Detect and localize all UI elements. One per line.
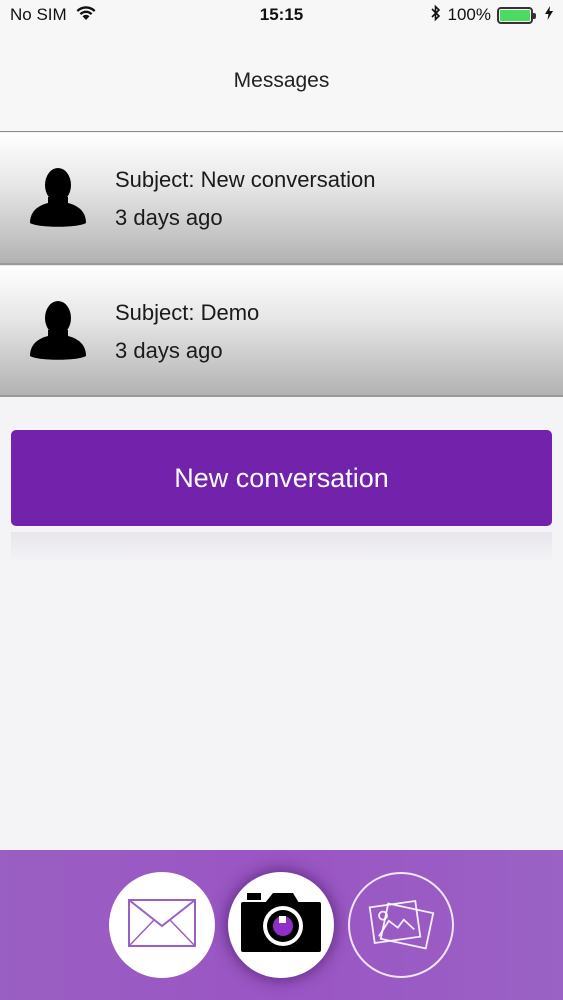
new-conversation-button[interactable]: New conversation (11, 430, 552, 526)
page-title: Messages (233, 68, 330, 92)
wifi-icon (75, 4, 97, 26)
gallery-icon (366, 894, 436, 957)
battery-icon (497, 6, 536, 24)
conversation-row[interactable]: Subject: New conversation 3 days ago (0, 133, 563, 265)
battery-percent: 100% (447, 5, 491, 24)
status-left: No SIM (10, 4, 97, 26)
person-silhouette-icon (28, 300, 88, 362)
charging-bolt-icon (545, 5, 553, 25)
conversation-list: Subject: New conversation 3 days ago Sub… (0, 133, 563, 397)
tab-messages[interactable] (109, 872, 215, 978)
status-bar: No SIM 15:15 100% (0, 0, 563, 30)
mail-icon (128, 898, 196, 952)
nav-header: Messages (0, 30, 563, 132)
person-silhouette-icon (28, 167, 88, 229)
status-right: 100% (430, 4, 553, 27)
tab-camera[interactable] (228, 872, 334, 978)
conversation-time: 3 days ago (115, 205, 223, 230)
carrier-label: No SIM (10, 5, 67, 24)
button-reflection (11, 532, 552, 562)
tab-gallery[interactable] (348, 872, 454, 978)
battery-fill (500, 9, 530, 21)
conversation-subject: Subject: Demo (115, 300, 260, 325)
conversation-subject: Subject: New conversation (115, 167, 376, 192)
camera-icon (239, 891, 323, 960)
conversation-time: 3 days ago (115, 338, 223, 363)
new-conversation-label: New conversation (174, 462, 389, 493)
conversation-row[interactable]: Subject: Demo 3 days ago (0, 265, 563, 397)
bluetooth-icon (430, 4, 442, 27)
